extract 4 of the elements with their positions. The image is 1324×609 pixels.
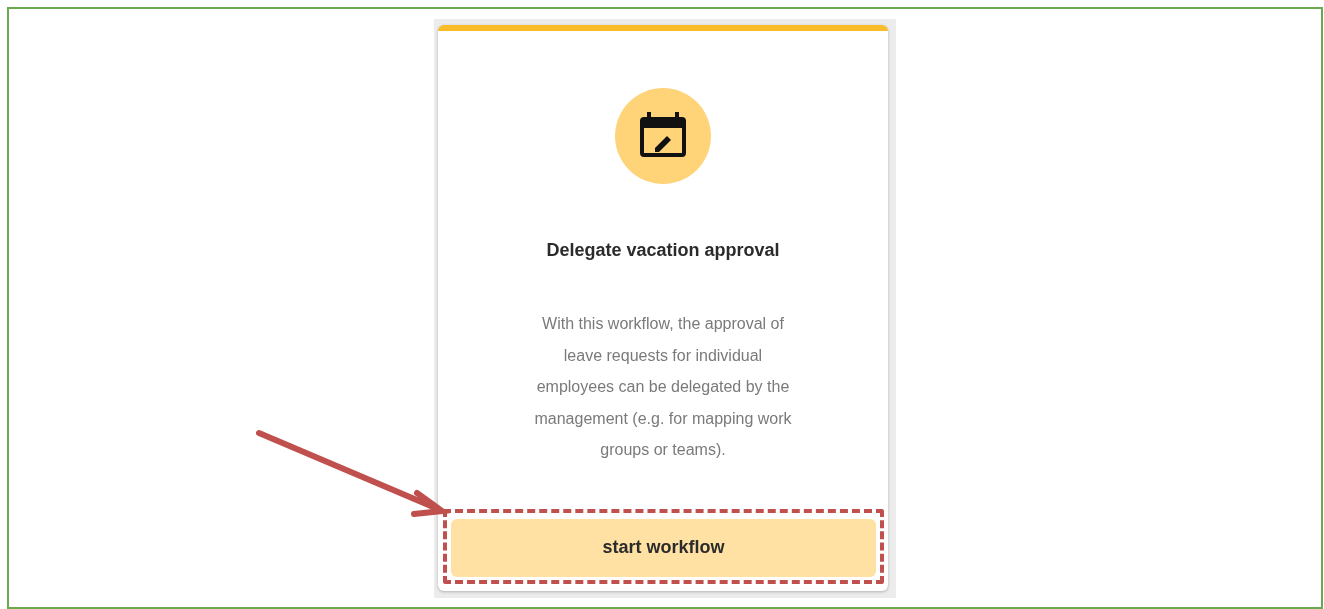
card-title: Delegate vacation approval [546,239,780,262]
card-description: With this workflow, the approval of leave requests for individual employees can be delegated by the management (e.g. for mapping work groups or teams). [534,314,792,460]
start-workflow-button[interactable]: start workflow [451,518,876,577]
calendar-edit-icon [615,88,711,184]
